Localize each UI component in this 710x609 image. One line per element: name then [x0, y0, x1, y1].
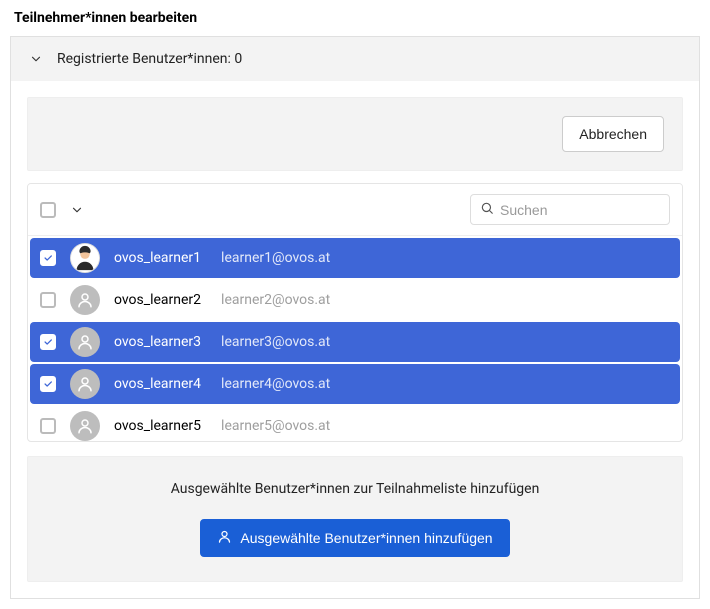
select-all-checkbox[interactable] — [40, 202, 56, 218]
user-list[interactable]: ovos_learner1learner1@ovos.atovos_learne… — [28, 236, 682, 441]
search-icon — [480, 200, 494, 219]
row-checkbox[interactable] — [40, 292, 56, 308]
add-selected-label: Ausgewählte Benutzer*innen hinzufügen — [240, 530, 492, 546]
accordion-body: Abbrechen ovos_learner1learner1@ovos.ato… — [11, 81, 699, 598]
user-name: ovos_learner3 — [114, 334, 201, 350]
user-name: ovos_learner2 — [114, 292, 201, 308]
table-row[interactable]: ovos_learner4 learner4@ovos.at — [30, 364, 680, 404]
avatar — [70, 369, 100, 399]
chevron-down-icon — [29, 52, 43, 66]
search-field[interactable] — [470, 194, 670, 225]
avatar — [70, 285, 100, 315]
user-email: learner3@ovos.at — [221, 334, 330, 350]
user-add-icon — [217, 529, 232, 547]
user-name: ovos_learner1 — [114, 250, 201, 266]
table-row[interactable]: ovos_learner1 learner1@ovos.at — [30, 238, 680, 278]
participants-section: Registrierte Benutzer*innen: 0 Abbrechen — [10, 36, 700, 599]
table-row[interactable]: ovos_learner3 learner3@ovos.at — [30, 322, 680, 362]
user-name: ovos_learner5 — [114, 418, 201, 434]
avatar — [70, 327, 100, 357]
user-email: learner5@ovos.at — [221, 418, 330, 434]
avatar — [70, 411, 100, 441]
summary-panel: Ausgewählte Benutzer*innen zur Teilnahme… — [27, 456, 683, 582]
toolbar: Abbrechen — [27, 97, 683, 171]
accordion-registered-users[interactable]: Registrierte Benutzer*innen: 0 — [11, 37, 699, 81]
user-table: ovos_learner1learner1@ovos.atovos_learne… — [27, 183, 683, 442]
accordion-title: Registrierte Benutzer*innen: 0 — [57, 51, 242, 67]
avatar — [70, 243, 100, 273]
row-checkbox[interactable] — [40, 418, 56, 434]
table-row[interactable]: ovos_learner5 learner5@ovos.at — [28, 406, 682, 441]
table-header — [28, 184, 682, 236]
search-input[interactable] — [500, 202, 681, 218]
page-title: Teilnehmer*innen bearbeiten — [10, 10, 700, 26]
summary-text: Ausgewählte Benutzer*innen zur Teilnahme… — [52, 481, 658, 497]
user-email: learner2@ovos.at — [221, 292, 330, 308]
add-selected-button[interactable]: Ausgewählte Benutzer*innen hinzufügen — [200, 519, 509, 557]
user-email: learner1@ovos.at — [221, 250, 330, 266]
row-checkbox[interactable] — [40, 376, 56, 392]
user-name: ovos_learner4 — [114, 376, 201, 392]
row-checkbox[interactable] — [40, 250, 56, 266]
table-row[interactable]: ovos_learner2 learner2@ovos.at — [28, 280, 682, 320]
row-checkbox[interactable] — [40, 334, 56, 350]
cancel-button[interactable]: Abbrechen — [562, 116, 664, 152]
user-email: learner4@ovos.at — [221, 376, 330, 392]
sort-chevron-icon[interactable] — [70, 203, 84, 217]
